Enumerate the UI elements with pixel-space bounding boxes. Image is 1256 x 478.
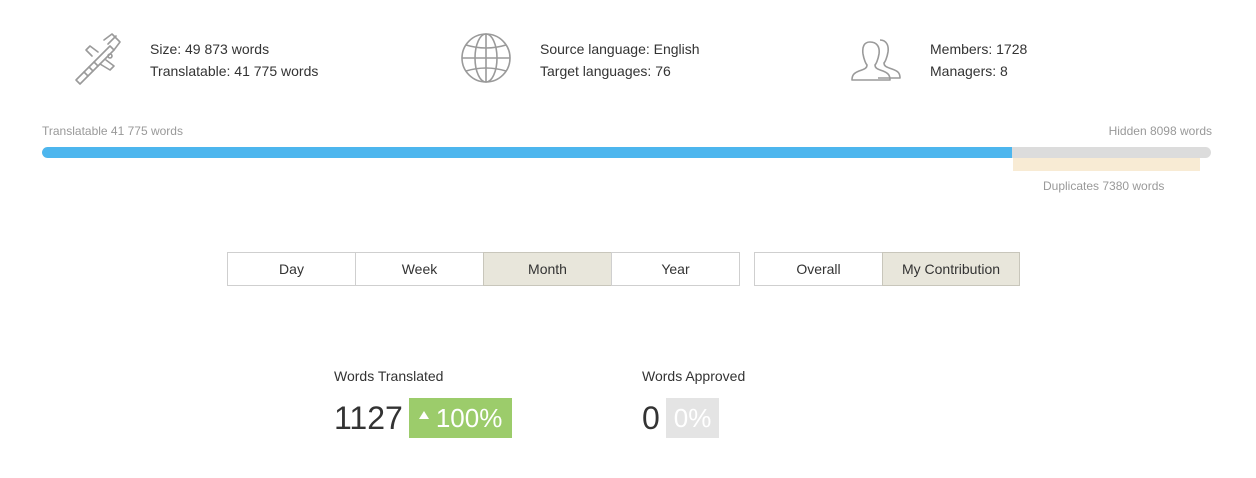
translatable-fill <box>42 147 1013 158</box>
duplicates-words-label: Duplicates 7380 words <box>1043 179 1165 193</box>
translatable-text: Translatable: 41 775 words <box>150 63 319 79</box>
managers-text: Managers: 8 <box>930 63 1008 79</box>
tab-my-contribution[interactable]: My Contribution <box>882 252 1020 286</box>
words-translated-metric: Words Translated 1127 100% <box>334 368 513 438</box>
tab-day[interactable]: Day <box>227 252 356 286</box>
target-languages-text: Target languages: 76 <box>540 63 671 79</box>
words-translated-value: 1127 <box>334 400 403 436</box>
words-translated-label: Words Translated <box>334 368 444 384</box>
tab-week[interactable]: Week <box>355 252 484 286</box>
words-approved-change-badge: 0% <box>665 398 720 438</box>
words-approved-value: 0 <box>642 400 660 436</box>
triangle-up-icon <box>418 411 429 419</box>
users-icon <box>850 30 910 90</box>
words-progress-bar <box>42 147 1211 158</box>
globe-icon <box>460 30 520 90</box>
members-text: Members: 1728 <box>930 41 1028 57</box>
tab-month[interactable]: Month <box>483 252 612 286</box>
words-translated-change-badge: 100% <box>408 398 513 438</box>
words-approved-metric: Words Approved 0 0% <box>642 368 745 438</box>
tab-overall[interactable]: Overall <box>754 252 883 286</box>
scope-tab-group: Overall My Contribution <box>754 252 1020 286</box>
words-approved-change: 0% <box>673 402 712 433</box>
size-text: Size: 49 873 words <box>150 41 270 57</box>
hidden-words-label: Hidden 8098 words <box>1108 124 1212 138</box>
period-tab-group: Day Week Month Year <box>227 252 740 286</box>
duplicates-indicator <box>1013 158 1200 171</box>
caliper-icon <box>70 30 130 90</box>
words-approved-label: Words Approved <box>642 368 746 384</box>
tab-year[interactable]: Year <box>611 252 740 286</box>
words-translated-change: 100% <box>435 402 503 433</box>
translatable-words-label: Translatable 41 775 words <box>42 124 183 138</box>
source-language-text: Source language: English <box>540 41 700 57</box>
